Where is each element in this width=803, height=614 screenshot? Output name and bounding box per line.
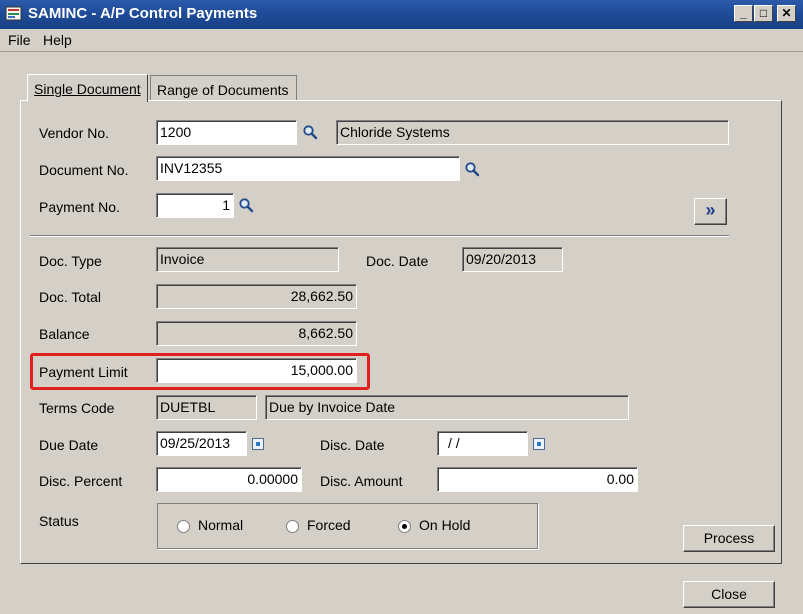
balance-label: Balance — [39, 326, 90, 342]
status-forced-radio[interactable] — [286, 520, 299, 533]
disc-date-input[interactable]: / / — [437, 431, 528, 456]
status-forced-label[interactable]: Forced — [307, 517, 351, 533]
double-chevron-right-icon: » — [705, 200, 716, 220]
terms-description-field: Due by Invoice Date — [265, 395, 629, 420]
payment-label: Payment No. — [39, 199, 120, 215]
disc-amount-input[interactable]: 0.00 — [437, 467, 638, 492]
tab-range-label: Range of Documents — [157, 82, 289, 98]
balance-field: 8,662.50 — [156, 321, 357, 346]
status-label: Status — [39, 513, 79, 529]
disc-percent-label: Disc. Percent — [39, 473, 123, 489]
doc-type-label: Doc. Type — [39, 253, 102, 269]
terms-code-field: DUETBL — [156, 395, 257, 420]
status-normal-radio[interactable] — [177, 520, 190, 533]
menu-file[interactable]: File — [8, 32, 31, 48]
disc-date-label: Disc. Date — [320, 437, 385, 453]
next-button[interactable]: » — [694, 198, 727, 225]
minimize-button[interactable]: _ — [734, 5, 753, 22]
disc-date-calendar-icon[interactable] — [533, 438, 545, 450]
process-button[interactable]: Process — [683, 525, 775, 552]
status-on-hold-radio[interactable] — [398, 520, 411, 533]
window-title: SAMINC - A/P Control Payments — [28, 5, 258, 22]
vendor-label: Vendor No. — [39, 125, 110, 141]
status-on-hold-label[interactable]: On Hold — [419, 517, 470, 533]
maximize-button[interactable]: □ — [754, 5, 773, 22]
due-date-label: Due Date — [39, 437, 99, 453]
terms-code-label: Terms Code — [39, 400, 115, 416]
disc-amount-label: Disc. Amount — [320, 473, 403, 489]
menu-help[interactable]: Help — [43, 32, 72, 48]
doc-date-field: 09/20/2013 — [462, 247, 563, 272]
doc-total-label: Doc. Total — [39, 289, 101, 305]
document-search-icon[interactable] — [464, 161, 480, 177]
vendor-name-field: Chloride Systems — [336, 120, 729, 145]
menu-bar: File Help — [0, 29, 803, 52]
disc-percent-input[interactable]: 0.00000 — [156, 467, 302, 492]
doc-date-label: Doc. Date — [366, 253, 429, 269]
due-date-calendar-icon[interactable] — [252, 438, 264, 450]
vendor-input[interactable]: 1200 — [156, 120, 297, 145]
close-button[interactable]: Close — [683, 581, 775, 608]
title-bar: SAMINC - A/P Control Payments _ □ ✕ — [0, 0, 803, 29]
highlight-box — [30, 353, 370, 390]
status-normal-label[interactable]: Normal — [198, 517, 243, 533]
tab-single-document[interactable]: Single Document — [27, 74, 148, 102]
document-input[interactable]: INV12355 — [156, 156, 460, 181]
close-window-button[interactable]: ✕ — [777, 5, 796, 22]
tab-single-document-label: Single Document — [34, 81, 141, 97]
vendor-search-icon[interactable] — [302, 124, 318, 140]
document-label: Document No. — [39, 162, 129, 178]
payment-search-icon[interactable] — [238, 197, 254, 213]
due-date-input[interactable]: 09/25/2013 — [156, 431, 247, 456]
tab-range-of-documents[interactable]: Range of Documents — [150, 75, 297, 101]
separator — [30, 235, 729, 237]
doc-type-field: Invoice — [156, 247, 339, 272]
app-icon — [5, 6, 22, 21]
payment-input[interactable]: 1 — [156, 193, 234, 218]
doc-total-field: 28,662.50 — [156, 284, 357, 309]
